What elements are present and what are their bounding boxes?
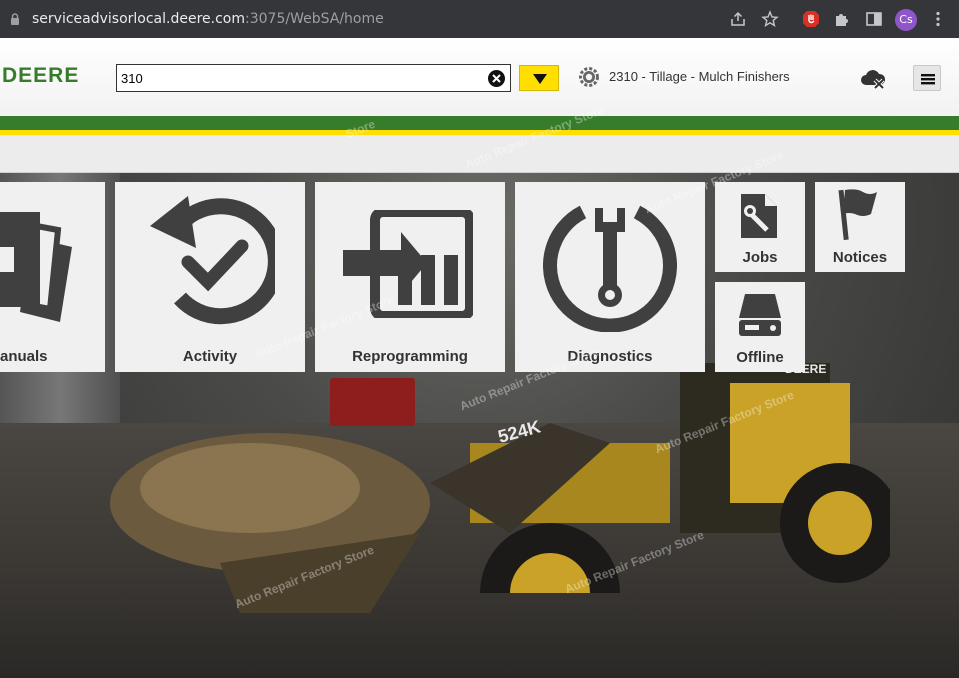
jobs-label: Jobs [742,249,778,266]
lock-icon [11,13,19,25]
jobs-tile[interactable]: Jobs [715,182,805,272]
search-box [116,64,511,92]
profile-avatar[interactable]: Cs [895,9,917,31]
close-icon [492,74,501,83]
browser-chrome: serviceadvisorlocal.deere.com:3075/WebSA… [0,0,959,38]
hamburger-menu-button[interactable] [913,65,941,91]
notices-label: Notices [832,249,888,266]
share-icon[interactable] [729,10,747,28]
cloud-offline-icon[interactable] [860,68,886,90]
brand-stripe-green [0,116,959,130]
reprogramming-label: Reprogramming [352,348,468,365]
extension-block-icon[interactable] [802,10,820,28]
caret-down-icon [533,74,547,84]
diagnostics-label: Diagnostics [567,348,653,365]
selected-machine-label[interactable]: 2310 - Tillage - Mulch Finishers [609,69,790,84]
diagnostics-wrench-icon [543,205,677,332]
browser-menu-icon[interactable] [929,10,947,28]
offline-label: Offline [736,349,784,366]
manuals-icon [0,212,72,322]
bookmark-star-icon[interactable] [761,10,779,28]
manuals-label: anuals [0,348,48,365]
hamburger-icon [921,74,935,85]
flag-icon [838,189,877,240]
gear-icon[interactable] [578,66,600,88]
url-host: serviceadvisorlocal.deere.com [32,11,246,27]
activity-history-icon [150,196,275,325]
clear-search-button[interactable] [488,70,505,87]
deere-logo[interactable]: DEERE [2,64,79,88]
diagnostics-tile[interactable]: Diagnostics [515,182,705,372]
manuals-tile[interactable]: anuals [0,182,105,372]
address-bar[interactable]: serviceadvisorlocal.deere.com:3075/WebSA… [0,4,790,34]
jobs-document-wrench-icon [741,194,777,238]
reprogramming-icon [343,210,473,318]
extensions-puzzle-icon[interactable] [833,10,851,28]
url-text: serviceadvisorlocal.deere.com:3075/WebSA… [32,11,384,27]
search-input[interactable] [121,68,481,88]
search-dropdown-button[interactable] [519,65,559,91]
hard-drive-icon [739,294,781,336]
notices-tile[interactable]: Notices [815,182,905,272]
app-header: DEERE 2310 - Tillage - Mulch Finishers [0,38,959,116]
url-path: :3075/WebSA/home [245,11,384,27]
offline-tile[interactable]: Offline [715,282,805,372]
side-panel-icon[interactable] [865,10,883,28]
reprogramming-tile[interactable]: Reprogramming [315,182,505,372]
